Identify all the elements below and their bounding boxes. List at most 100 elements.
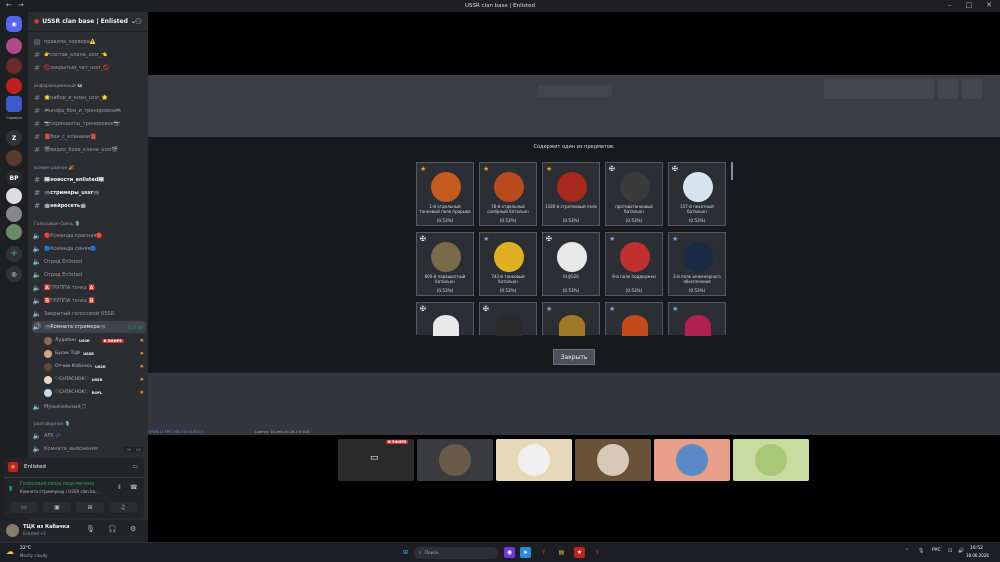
item-card[interactable]: ✠ 157-й пехотный батальон (0.53%): [668, 162, 726, 226]
item-card[interactable]: ✠ III./JG26 (0.53%): [542, 232, 600, 296]
channel-news[interactable]: # 📰новости_enlisted📰: [32, 174, 146, 186]
item-card[interactable]: ✠: [416, 302, 474, 336]
voice-group-b[interactable]: 🔈 🅱️ГРУППА точка 🅱️: [32, 295, 146, 307]
microphone-icon[interactable]: 🎙: [86, 525, 95, 533]
server-icon[interactable]: [6, 96, 22, 112]
server-header[interactable]: ● USSR clan base | Enlisted ⌄ ⚇: [28, 12, 148, 32]
activities-button[interactable]: ⊞: [76, 502, 104, 513]
signal-bars-icon[interactable]: ▮: [9, 485, 12, 492]
settings-gear-icon[interactable]: ⚙: [130, 525, 136, 533]
clock-date[interactable]: 18.06.2026: [966, 553, 989, 558]
channel-rules[interactable]: ▤ правила_сервера⚠️: [32, 36, 146, 48]
windows-start-icon[interactable]: ⊞: [400, 547, 411, 558]
server-icon[interactable]: BP: [6, 170, 22, 186]
channel-clan-battles[interactable]: # 📕бои_с_кланами📕: [32, 131, 146, 143]
participant-tile[interactable]: [575, 439, 651, 481]
channel-streamers[interactable]: # 📹стримеры_ussr📹: [32, 187, 146, 199]
channel-closed-chat[interactable]: # 🚫закрытый_чат_ussr_🚫: [32, 62, 146, 74]
language-indicator[interactable]: РУС: [932, 548, 941, 553]
voice-member[interactable]: ♡CHTACHOK♡ USSR ✸: [44, 374, 144, 385]
taskbar-search[interactable]: ⌕ Поиск: [414, 547, 498, 559]
maximize-icon[interactable]: □: [966, 1, 973, 9]
noise-suppression-icon[interactable]: ⫴: [118, 484, 121, 492]
tray-mic-icon[interactable]: 🎙: [918, 548, 924, 554]
explore-icon[interactable]: ◎: [6, 266, 22, 282]
username[interactable]: ТЦК из Кабачка: [23, 524, 70, 530]
voice-member[interactable]: Лудобин USSR В ЭФИРЕ ✸: [44, 335, 144, 346]
participant-tile[interactable]: [417, 439, 493, 481]
participant-tile[interactable]: [496, 439, 572, 481]
server-icon[interactable]: Z: [6, 130, 22, 146]
screen-share-button[interactable]: ▣: [43, 502, 71, 513]
item-card[interactable]: ★: [605, 302, 663, 336]
avatar[interactable]: [6, 524, 19, 537]
channel-recruit[interactable]: # 🌟набор_в_клан_ussr_🌟: [32, 92, 146, 104]
close-button[interactable]: Закрыть: [553, 349, 595, 365]
minimize-icon[interactable]: –: [948, 1, 952, 9]
category-talk[interactable]: разговорная 🎙️: [34, 422, 70, 427]
disconnect-icon[interactable]: ☎: [130, 484, 137, 491]
server-icon[interactable]: [6, 58, 22, 74]
discord-home-icon[interactable]: ◉: [6, 16, 22, 32]
voice-music[interactable]: 🔈 Музыкальный🎵: [32, 401, 146, 413]
item-card[interactable]: ★ 78-й отдельный сапёрный батальон (0.53%): [479, 162, 537, 226]
soundboard-button[interactable]: ♫: [109, 502, 137, 513]
discord-taskbar-icon[interactable]: ◉: [504, 547, 515, 558]
scrollbar[interactable]: [731, 162, 733, 180]
item-card[interactable]: ★: [668, 302, 726, 336]
voice-streamer-room[interactable]: 🔊 📹Комната стримера📹 2:57:48: [32, 321, 146, 333]
channel-battles-info[interactable]: # 🎮инфа_бои_и_тренировки🎮: [32, 105, 146, 117]
item-card[interactable]: ★ 2-й полк инженерного обеспечения (0.53%): [668, 232, 726, 296]
weather-temp[interactable]: 22°C: [20, 546, 31, 551]
item-card[interactable]: ★ 1-й отдельный танковый полк прорыва (0.5…: [416, 162, 474, 226]
participant-tile-stream[interactable]: В ЭФИРЕ ▭: [338, 439, 414, 481]
participant-tile[interactable]: [654, 439, 730, 481]
server-icon[interactable]: [6, 188, 22, 204]
voice-afk[interactable]: 🔈 AFK 💤: [32, 430, 146, 442]
clock-time[interactable]: 16:52: [970, 546, 983, 551]
item-card[interactable]: ✠ противотанковый батальон (0.53%): [605, 162, 663, 226]
close-icon[interactable]: ✕: [986, 1, 992, 9]
tray-arrow-icon[interactable]: ⌃: [905, 548, 909, 554]
channel-ai[interactable]: # 🤖нейросеть🤖: [32, 200, 146, 212]
item-card[interactable]: ★ 8-й полк поддержки (0.53%): [605, 232, 663, 296]
camera-button[interactable]: ▭: [10, 502, 38, 513]
item-card[interactable]: ★: [542, 302, 600, 336]
voice-location[interactable]: Комната стримера📹 / USSR clan ba...: [20, 489, 99, 494]
add-server-icon[interactable]: +: [6, 246, 22, 262]
volume-icon[interactable]: 🔊: [958, 548, 964, 554]
category-info[interactable]: информационный 👁️: [34, 84, 82, 89]
voice-group-a[interactable]: 🔈 🅰️ГРУППА точка 🅰️: [32, 282, 146, 294]
channel-screenshots[interactable]: # 📷скриншоты_тренировок📷: [32, 118, 146, 130]
voice-team-red[interactable]: 🔈 🔴Команда красная🔴: [32, 230, 146, 242]
server-icon[interactable]: [6, 38, 22, 54]
network-icon[interactable]: ⊡: [948, 548, 952, 554]
voice-team-blue[interactable]: 🔈 🔵Команда синяя🔵: [32, 243, 146, 255]
channel-battle-videos[interactable]: # 🎬видео_боев_клана_ussr🎬: [32, 144, 146, 156]
server-icon[interactable]: [6, 206, 22, 222]
yandex-icon[interactable]: Y: [538, 547, 549, 558]
telegram-icon[interactable]: ➤: [520, 547, 531, 558]
server-icon[interactable]: [6, 78, 22, 94]
voice-closed[interactable]: 🔈 Закрытый голосовой USSR: [32, 308, 146, 320]
headphones-icon[interactable]: 🎧: [108, 525, 117, 533]
voice-status[interactable]: Голосовая связь подключена: [20, 482, 94, 487]
category-voice[interactable]: Голосовые Связь 🎙️: [34, 222, 80, 227]
weather-icon[interactable]: ☁: [6, 547, 14, 556]
voice-squad-1[interactable]: 🔈 Отряд Enlisted: [32, 256, 146, 268]
yandex-browser-icon[interactable]: Y: [592, 547, 603, 558]
item-card[interactable]: ★ 1180-й стрелковый полк (0.53%): [542, 162, 600, 226]
participant-tile[interactable]: [733, 439, 809, 481]
server-icon[interactable]: [6, 150, 22, 166]
item-card[interactable]: ★ 743-й танковый батальон (0.53%): [479, 232, 537, 296]
invite-icon[interactable]: ⚇: [135, 17, 142, 26]
category-misc[interactable]: всякие разное 🎉: [34, 166, 74, 171]
voice-member[interactable]: Бусик ТЦК USSR ✸: [44, 348, 144, 359]
item-card[interactable]: ✠: [479, 302, 537, 336]
channel-roster[interactable]: # 👉состав_клана_ussr_👈: [32, 49, 146, 61]
voice-clarify-room[interactable]: 🔈 Комната_выяснения 00 02: [32, 443, 146, 455]
item-card[interactable]: ✠ 600-й парашютный батальон (0.53%): [416, 232, 474, 296]
screen-icon[interactable]: ▭: [132, 463, 138, 470]
file-explorer-icon[interactable]: ▤: [556, 547, 567, 558]
voice-member[interactable]: Отчим Кабачка USSR ✸: [44, 361, 144, 372]
